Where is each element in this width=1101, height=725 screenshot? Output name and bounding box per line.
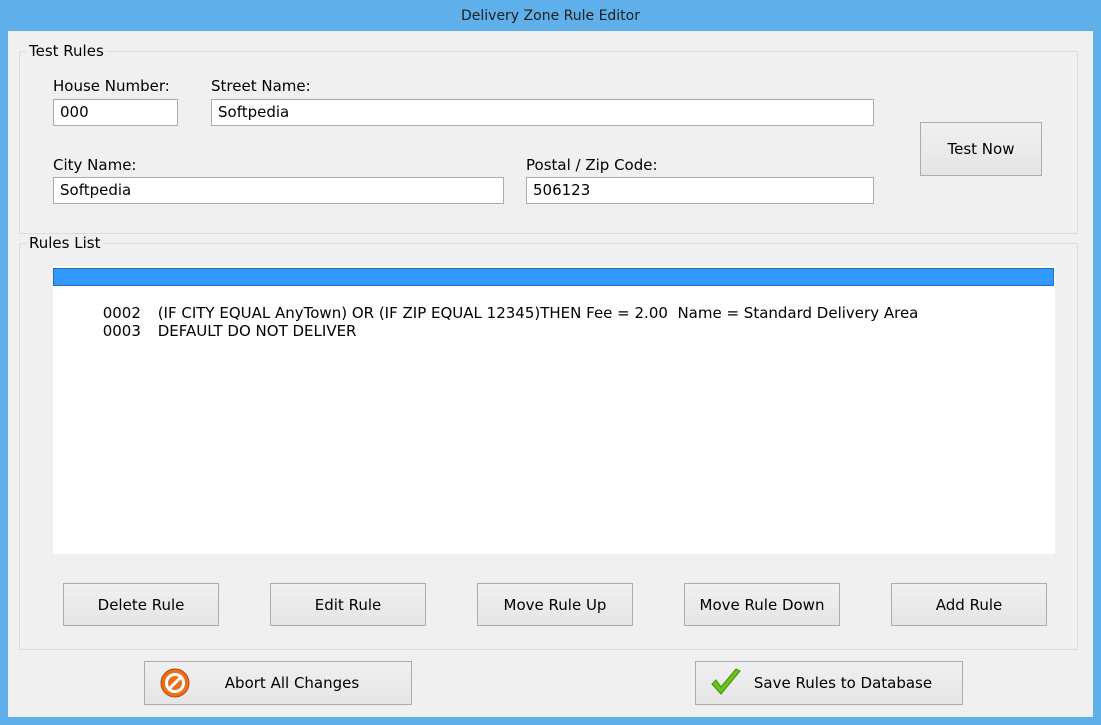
client-area: Test Rules House Number: 000 Street Name… <box>8 31 1093 717</box>
street-name-input[interactable]: Softpedia <box>211 99 874 126</box>
city-name-input[interactable]: Softpedia <box>53 177 504 204</box>
rule-id: 0003 <box>102 322 141 340</box>
rules-list-group: Rules List 0001 (IF STREET EQUAL Main) AN… <box>19 234 1078 650</box>
abort-label: Abort All Changes <box>224 674 360 692</box>
move-rule-down-button[interactable]: Move Rule Down <box>684 583 840 626</box>
abort-all-changes-button[interactable]: Abort All Changes <box>144 661 412 705</box>
edit-rule-button[interactable]: Edit Rule <box>270 583 426 626</box>
postal-code-label: Postal / Zip Code: <box>526 156 658 174</box>
list-item[interactable]: 0003 DEFAULT DO NOT DELIVER <box>53 304 1054 340</box>
save-rules-button[interactable]: Save Rules to Database <box>695 661 963 705</box>
list-item[interactable]: 0002 (IF CITY EQUAL AnyTown) OR (IF ZIP E… <box>53 286 1054 322</box>
rules-list-legend: Rules List <box>26 234 104 252</box>
save-label: Save Rules to Database <box>753 674 933 692</box>
cancel-icon <box>155 667 195 699</box>
rules-listbox[interactable]: 0001 (IF STREET EQUAL Main) AND (IF ZIP E… <box>53 266 1055 554</box>
delete-rule-button[interactable]: Delete Rule <box>63 583 219 626</box>
window-title: Delivery Zone Rule Editor <box>460 7 640 24</box>
postal-code-input[interactable]: 506123 <box>526 177 874 204</box>
checkmark-icon <box>706 667 746 699</box>
house-number-input[interactable]: 000 <box>53 99 178 126</box>
street-name-label: Street Name: <box>211 77 311 95</box>
house-number-label: House Number: <box>53 77 170 95</box>
test-rules-group: Test Rules House Number: 000 Street Name… <box>19 42 1078 234</box>
city-name-label: City Name: <box>53 156 137 174</box>
app-window: Delivery Zone Rule Editor Test Rules Hou… <box>0 0 1101 725</box>
list-item[interactable]: 0001 (IF STREET EQUAL Main) AND (IF ZIP E… <box>53 268 1054 304</box>
rule-text: DEFAULT DO NOT DELIVER <box>157 322 357 340</box>
move-rule-up-button[interactable]: Move Rule Up <box>477 583 633 626</box>
test-rules-legend: Test Rules <box>26 42 107 60</box>
add-rule-button[interactable]: Add Rule <box>891 583 1047 626</box>
test-now-button[interactable]: Test Now <box>920 122 1042 176</box>
